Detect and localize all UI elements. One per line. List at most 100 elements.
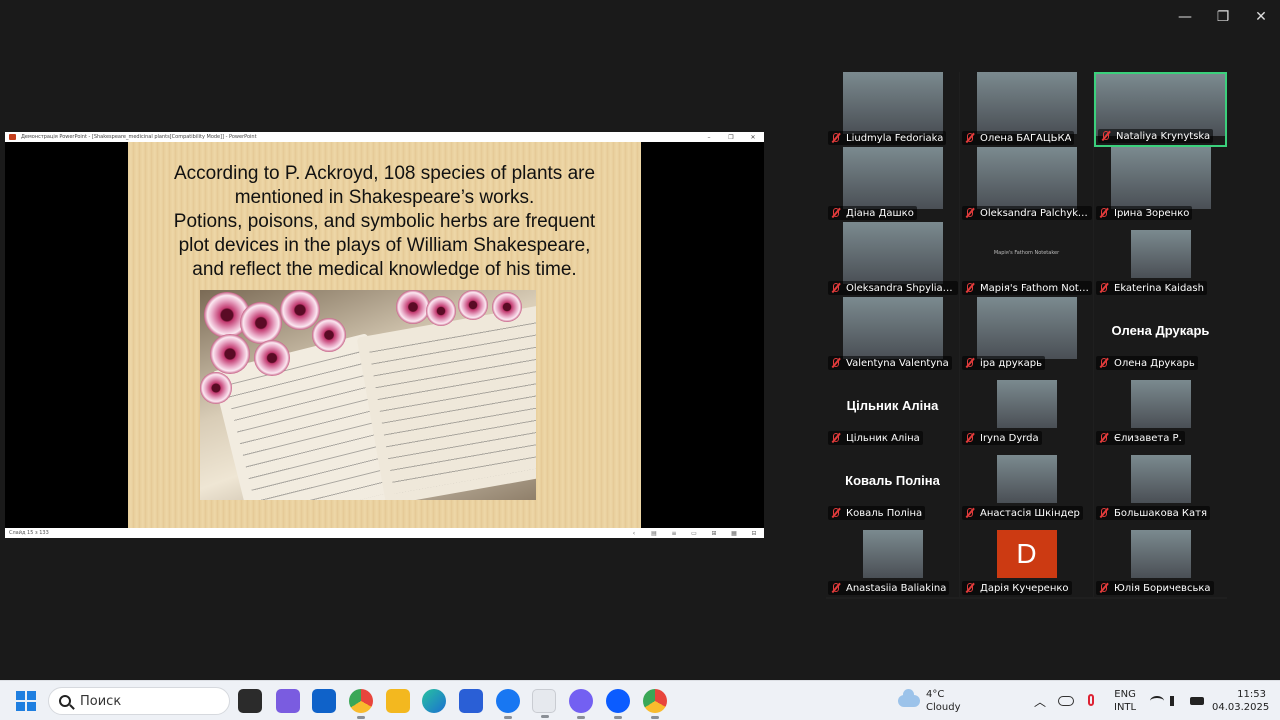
participant-tile[interactable]: Марія's Fathom Notetaker Марія's Fathom N… (960, 222, 1093, 297)
powerpoint-icon (9, 134, 16, 140)
slide-line: Potions, poisons, and symbolic herbs are… (173, 211, 596, 232)
tray-chevron-icon[interactable]: ︿ (1034, 693, 1046, 710)
outlook-icon[interactable] (312, 689, 336, 713)
chrome-icon[interactable] (349, 689, 373, 719)
participant-label: Valentyna Valentyna (828, 356, 952, 370)
taskbar-search[interactable]: Поиск (48, 687, 230, 715)
snipping-tool-icon[interactable] (276, 689, 300, 713)
participant-name: Большакова Катя (1114, 507, 1207, 519)
participant-label: Oleksandra Palchykova (962, 206, 1092, 220)
participant-name-display: Цільник Аліна (846, 398, 939, 413)
participant-tile[interactable]: Oleksandra Shpyliakova (826, 222, 959, 297)
participant-name: Anastasiia Baliakina (846, 582, 947, 594)
participant-avatar (1130, 530, 1191, 578)
clock[interactable]: 11:53 04.03.2025 (1212, 688, 1269, 714)
volume-icon[interactable] (1170, 696, 1182, 706)
participant-tile[interactable]: Valentyna Valentyna (826, 297, 959, 372)
participant-tile[interactable]: Ekaterina Kaidash (1094, 222, 1227, 297)
ppt-minimize-button[interactable]: – (698, 134, 720, 141)
ppt-view-button[interactable]: ▤ (644, 530, 664, 537)
participant-label: Большакова Катя (1096, 506, 1210, 520)
slide-line: plot devices in the plays of William Sha… (178, 235, 591, 256)
viber-icon[interactable] (569, 689, 593, 719)
wifi-icon[interactable] (1150, 696, 1164, 706)
participant-name: Nataliya Krynytska (1116, 130, 1211, 142)
ppt-view-button[interactable]: ‹ (624, 530, 644, 537)
ppt-restore-button[interactable]: ❐ (720, 134, 742, 141)
microphone-icon[interactable] (1088, 694, 1094, 706)
ppt-view-button[interactable]: ⊟ (744, 530, 764, 537)
participant-avatar (1130, 380, 1191, 428)
participant-name: Єлизавета Р. (1114, 432, 1182, 444)
participant-avatar (1130, 455, 1191, 503)
mic-muted-icon (829, 432, 841, 444)
mic-muted-icon (963, 432, 975, 444)
participant-tile[interactable]: Oleksandra Palchykova (960, 147, 1093, 222)
participant-label: Liudmyla Fedoriaka (828, 131, 947, 145)
participant-tile[interactable]: Ірина Зоренко (1094, 147, 1227, 222)
slide-stage: According to P. Ackroyd, 108 species of … (5, 142, 764, 528)
windows-start-icon[interactable] (16, 691, 36, 711)
participant-tile[interactable]: Liudmyla Fedoriaka (826, 72, 959, 147)
participant-tile[interactable]: Anastasiia Baliakina (826, 522, 959, 597)
participant-tile[interactable]: Iryna Dyrda (960, 372, 1093, 447)
weather-widget[interactable]: 4°C Cloudy (898, 688, 960, 714)
participant-video (976, 147, 1077, 209)
mic-muted-icon (1097, 507, 1109, 519)
green-arrow-app-icon[interactable] (532, 689, 556, 718)
participant-label: Анастасія Шкіндер (962, 506, 1083, 520)
minimize-button[interactable]: — (1166, 0, 1204, 34)
participant-tile[interactable]: Nataliya Krynytska (1094, 72, 1227, 147)
participant-tile[interactable]: Олена Друкарь Олена Друкарь (1094, 297, 1227, 372)
lang-top: ENG (1114, 689, 1136, 700)
participant-tile[interactable]: Олена БАГАЦЬКА (960, 72, 1093, 147)
file-explorer-icon[interactable] (386, 689, 410, 713)
participant-avatar: D (996, 530, 1057, 578)
mic-muted-icon (829, 207, 841, 219)
mic-muted-icon (1099, 130, 1111, 142)
participant-tile[interactable]: D Дарія Кучеренко (960, 522, 1093, 597)
chrome-profile-icon[interactable] (643, 689, 667, 719)
participant-tile[interactable]: Юлія Боричевська (1094, 522, 1227, 597)
participant-tile[interactable]: Діана Дашко (826, 147, 959, 222)
battery-icon[interactable] (1190, 697, 1204, 705)
cloud-icon (898, 689, 920, 707)
restore-button[interactable]: ❐ (1204, 0, 1242, 34)
ppt-view-button[interactable]: ▭ (684, 530, 704, 537)
task-view-icon[interactable] (238, 689, 262, 713)
ppt-view-button[interactable]: ⊞ (704, 530, 724, 537)
participant-tile[interactable]: Коваль Поліна Коваль Поліна (826, 447, 959, 522)
participant-name: Oleksandra Shpyliakova (846, 282, 955, 294)
mic-muted-icon (1097, 207, 1109, 219)
participant-tile[interactable]: Большакова Катя (1094, 447, 1227, 522)
edge-icon[interactable] (422, 689, 446, 713)
mic-muted-icon (963, 207, 975, 219)
onedrive-icon[interactable] (1058, 696, 1074, 706)
store-icon[interactable] (459, 689, 483, 713)
slide: According to P. Ackroyd, 108 species of … (128, 142, 641, 528)
participant-video (1110, 147, 1211, 209)
close-button[interactable]: ✕ (1242, 0, 1280, 34)
facebook-icon[interactable] (496, 689, 520, 719)
participant-label: Юлія Боричевська (1096, 581, 1214, 595)
slide-text: According to P. Ackroyd, 108 species of … (138, 162, 631, 282)
shared-screen: Демонстрація PowerPoint - [Shakespeare_m… (5, 132, 764, 538)
participant-tile[interactable]: Анастасія Шкіндер (960, 447, 1093, 522)
mic-muted-icon (963, 507, 975, 519)
zoom-icon[interactable] (606, 689, 630, 719)
ppt-close-button[interactable]: ✕ (742, 134, 764, 141)
participant-label: іра друкарь (962, 356, 1046, 370)
language-indicator[interactable]: ENG INTL (1114, 688, 1136, 714)
slide-line: mentioned in Shakespeare’s works. (234, 187, 535, 208)
participant-tile[interactable]: Єлизавета Р. (1094, 372, 1227, 447)
participant-name: Дарія Кучеренко (980, 582, 1069, 594)
mic-muted-icon (1097, 282, 1109, 294)
participant-tile[interactable]: Цільник Аліна Цільник Аліна (826, 372, 959, 447)
participant-tile[interactable]: іра друкарь (960, 297, 1093, 372)
clock-time: 11:53 (1237, 689, 1266, 700)
participant-avatar (996, 380, 1057, 428)
ppt-view-button[interactable]: ▦ (724, 530, 744, 537)
ppt-view-button[interactable]: ≡ (664, 530, 684, 537)
participant-name: Цільник Аліна (846, 432, 920, 444)
weather-desc: Cloudy (926, 702, 961, 713)
